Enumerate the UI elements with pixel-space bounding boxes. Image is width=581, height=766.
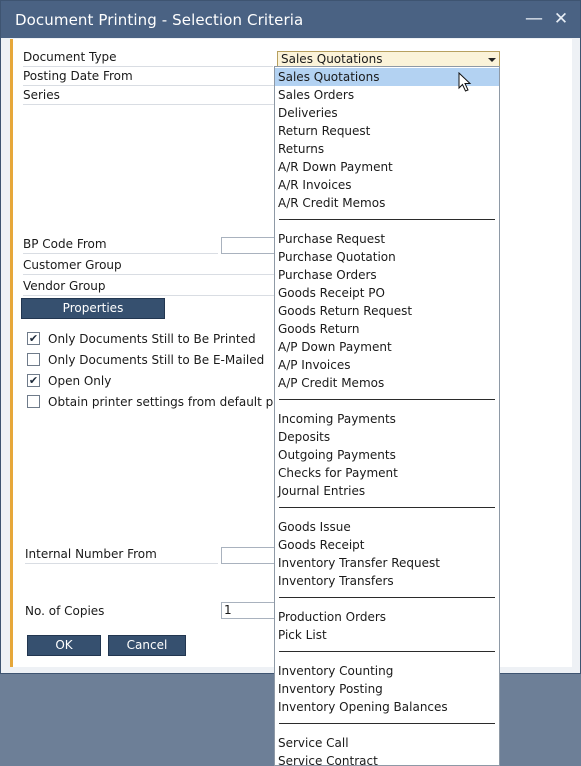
cancel-button[interactable]: Cancel [108, 635, 186, 656]
ok-button[interactable]: OK [27, 635, 101, 656]
dropdown-option[interactable]: A/P Invoices [275, 356, 499, 374]
only-to-be-emailed-label: Only Documents Still to Be E-Mailed [48, 353, 265, 367]
vendor-group-label: Vendor Group [23, 277, 275, 296]
document-type-value: Sales Quotations [281, 52, 383, 66]
title-bar[interactable]: Document Printing - Selection Criteria —… [1, 1, 580, 38]
dropdown-separator [279, 219, 495, 220]
series-label: Series [23, 86, 275, 105]
dropdown-option[interactable]: Deposits [275, 428, 499, 446]
dropdown-option[interactable]: Goods Issue [275, 518, 499, 536]
properties-button[interactable]: Properties [21, 298, 165, 319]
dropdown-option[interactable]: Service Contract [275, 752, 499, 765]
dropdown-option[interactable]: Return Request [275, 122, 499, 140]
dropdown-option[interactable]: A/P Credit Memos [275, 374, 499, 392]
dropdown-option[interactable]: Service Call [275, 734, 499, 752]
dropdown-option[interactable]: Goods Return [275, 320, 499, 338]
dropdown-option[interactable]: Purchase Request [275, 230, 499, 248]
open-only-label: Open Only [48, 374, 112, 388]
dropdown-option[interactable]: Purchase Quotation [275, 248, 499, 266]
posting-date-from-label: Posting Date From [23, 67, 275, 86]
only-to-be-printed-label: Only Documents Still to Be Printed [48, 332, 256, 346]
dropdown-option[interactable]: A/R Down Payment [275, 158, 499, 176]
dropdown-option[interactable]: A/R Credit Memos [275, 194, 499, 212]
dropdown-option[interactable]: Deliveries [275, 104, 499, 122]
dropdown-option[interactable]: Inventory Transfers [275, 572, 499, 590]
window-title: Document Printing - Selection Criteria [15, 11, 304, 29]
dropdown-option[interactable]: Pick List [275, 626, 499, 644]
document-type-dropdown-list[interactable]: Sales Quotations Sales Orders Deliveries Re… [274, 66, 500, 766]
close-icon[interactable]: ✕ [549, 7, 573, 31]
only-to-be-printed-checkbox[interactable]: ✔ [27, 332, 40, 345]
dropdown-option[interactable]: Returns [275, 140, 499, 158]
dropdown-option[interactable]: Purchase Orders [275, 266, 499, 284]
chevron-down-icon[interactable] [488, 58, 496, 62]
dropdown-option[interactable]: Goods Receipt PO [275, 284, 499, 302]
dropdown-separator [279, 399, 495, 400]
default-printer-settings-label: Obtain printer settings from default pri… [48, 395, 313, 409]
dropdown-option[interactable]: Inventory Posting [275, 680, 499, 698]
dropdown-option[interactable]: Inventory Counting [275, 662, 499, 680]
internal-number-from-input[interactable] [221, 547, 277, 564]
dropdown-separator [279, 723, 495, 724]
open-only-checkbox[interactable]: ✔ [27, 374, 40, 387]
dropdown-option[interactable]: Checks for Payment [275, 464, 499, 482]
dropdown-separator [279, 507, 495, 508]
dropdown-option[interactable]: Journal Entries [275, 482, 499, 500]
dropdown-option[interactable]: Goods Return Request [275, 302, 499, 320]
dropdown-option[interactable]: Production Orders [275, 608, 499, 626]
dropdown-option[interactable]: Incoming Payments [275, 410, 499, 428]
bp-code-from-input[interactable] [221, 237, 277, 254]
copies-input[interactable]: 1 [221, 602, 277, 619]
minimize-icon[interactable]: — [522, 7, 546, 31]
dropdown-separator [279, 651, 495, 652]
only-to-be-emailed-checkbox[interactable] [27, 353, 40, 366]
dropdown-option[interactable]: A/P Down Payment [275, 338, 499, 356]
internal-number-from-label: Internal Number From [25, 545, 218, 564]
bp-code-from-label: BP Code From [23, 235, 218, 254]
copies-label: No. of Copies [25, 604, 105, 618]
dropdown-option[interactable]: Inventory Opening Balances [275, 698, 499, 716]
mouse-pointer-icon [458, 72, 472, 92]
document-type-label: Document Type [23, 48, 273, 67]
dropdown-separator [279, 597, 495, 598]
dropdown-option[interactable]: Goods Receipt [275, 536, 499, 554]
dropdown-option[interactable]: Outgoing Payments [275, 446, 499, 464]
dropdown-option[interactable]: A/R Invoices [275, 176, 499, 194]
default-printer-settings-checkbox[interactable] [27, 395, 40, 408]
dropdown-option[interactable]: Inventory Transfer Request [275, 554, 499, 572]
customer-group-label: Customer Group [23, 256, 275, 275]
